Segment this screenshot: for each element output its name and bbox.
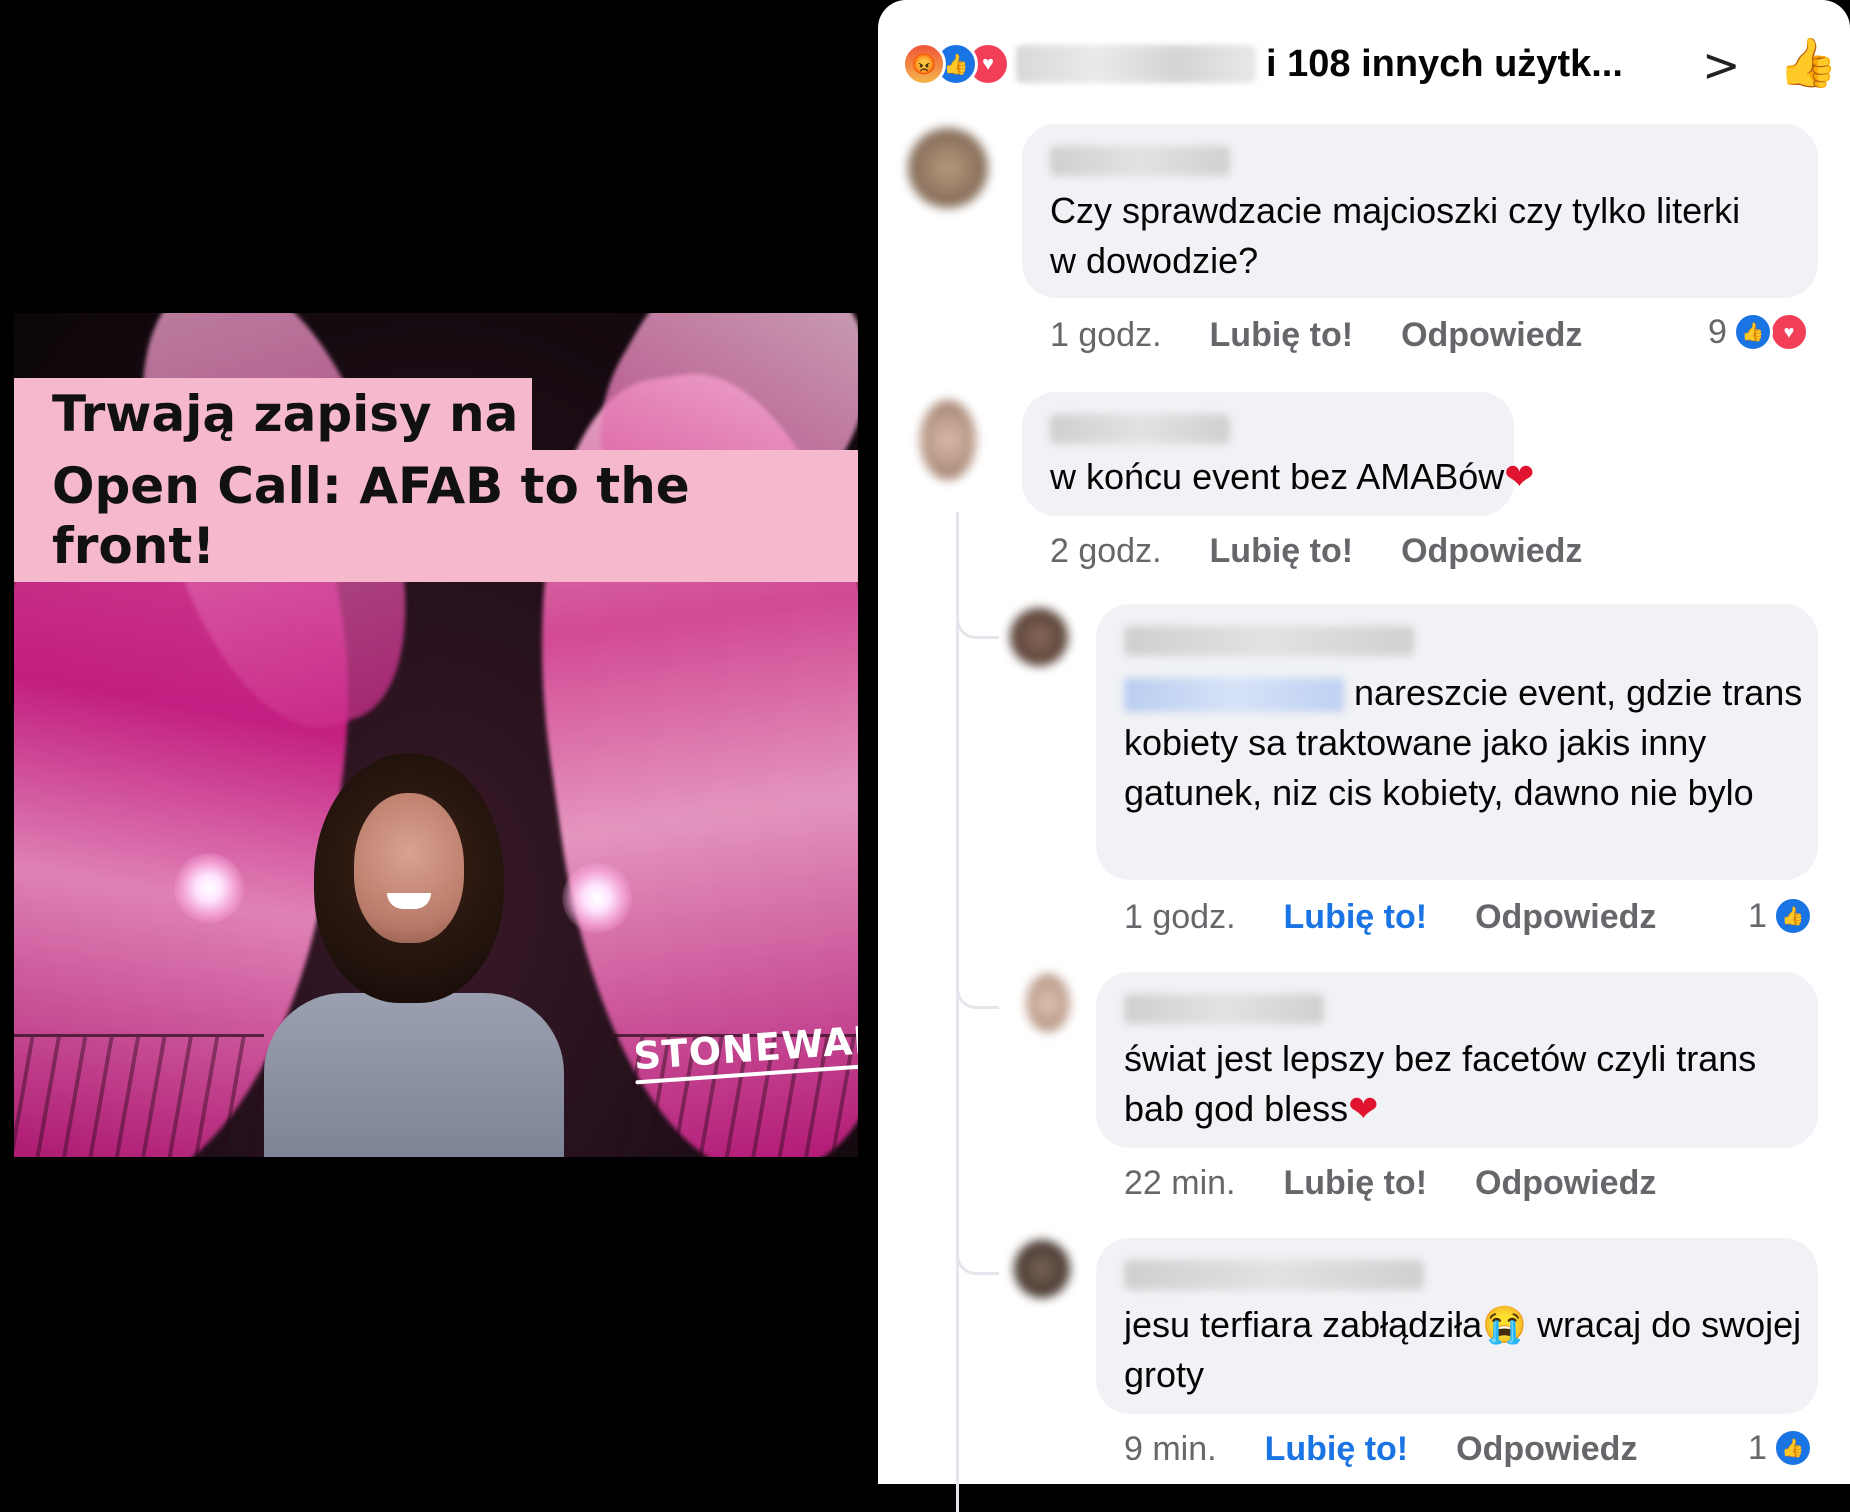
author-name-blurred[interactable] — [1124, 994, 1324, 1024]
performer-face — [354, 793, 464, 943]
performer-top — [264, 993, 564, 1157]
like-icon: 👍 — [1732, 312, 1773, 352]
reply-bubble: świat jest lepszy bez facetów czyli tran… — [1096, 972, 1818, 1148]
comment-time[interactable]: 1 godz. — [1050, 316, 1162, 354]
reply-text-before: jesu terfiara zabłądziła — [1124, 1304, 1483, 1345]
comment-text: w końcu event bez AMABów❤ — [1050, 452, 1534, 502]
performer-photo — [244, 753, 584, 1157]
like-button[interactable]: Lubię to! — [1265, 1430, 1409, 1468]
comment-time[interactable]: 2 godz. — [1050, 532, 1162, 570]
avatar[interactable] — [1014, 1240, 1070, 1298]
reply-text: jesu terfiara zabłądziła😭 wracaj do swoj… — [1124, 1300, 1804, 1400]
angry-icon: 😡 — [902, 42, 946, 86]
like-button[interactable]: Lubię to! — [1210, 532, 1354, 570]
reply-actions: 1 godz. Lubię to! Odpowiedz — [1124, 898, 1704, 937]
reply-actions: 9 min. Lubię to! Odpowiedz — [1124, 1430, 1685, 1469]
fan-decoration — [14, 1034, 264, 1157]
comment-actions: 2 godz. Lubię to! Odpowiedz — [1050, 532, 1630, 571]
comment-reaction-count[interactable]: 9 👍 ♥ — [1708, 312, 1809, 352]
like-button[interactable]: Lubię to! — [1284, 1164, 1428, 1202]
poster-title-line1: Trwają zapisy na — [14, 378, 533, 450]
author-name-blurred[interactable] — [1124, 1260, 1424, 1290]
like-outline-icon[interactable]: 👍 — [1778, 34, 1838, 91]
reply-time[interactable]: 22 min. — [1124, 1164, 1236, 1202]
reply-bubble: nareszcie event, gdzie trans kobiety sa … — [1096, 604, 1818, 880]
reply-button[interactable]: Odpowiedz — [1475, 898, 1656, 936]
author-name-blurred[interactable] — [1050, 414, 1230, 444]
reactions-summary[interactable]: 😡 👍 ♥ i 108 innych użytk... > 👍 — [902, 34, 1838, 94]
reaction-count: 1 — [1748, 1428, 1767, 1467]
heart-emoji: ❤ — [1504, 456, 1535, 497]
avatar[interactable] — [908, 128, 988, 208]
comment-bubble: Czy sprawdzacie majcioszki czy tylko lit… — [1022, 124, 1818, 298]
reply-time[interactable]: 1 godz. — [1124, 898, 1236, 936]
comments-panel: 😡 👍 ♥ i 108 innych użytk... > 👍 Czy spra… — [878, 0, 1850, 1512]
reply-button[interactable]: Odpowiedz — [1401, 532, 1582, 570]
chevron-right-icon[interactable]: > — [1702, 38, 1741, 92]
poster-title: Trwają zapisy na Open Call: AFAB to the … — [14, 378, 858, 582]
like-icon: 👍 — [1772, 1428, 1813, 1468]
reactor-name-blurred — [1016, 45, 1256, 83]
reply-actions: 22 min. Lubię to! Odpowiedz — [1124, 1164, 1704, 1203]
reply-text: świat jest lepszy bez facetów czyli tran… — [1124, 1034, 1804, 1134]
comment-text-content: w końcu event bez AMABów — [1050, 456, 1505, 497]
reply-text: nareszcie event, gdzie trans kobiety sa … — [1124, 668, 1804, 818]
post-image[interactable]: Trwają zapisy na Open Call: AFAB to the … — [14, 313, 858, 1157]
reply-time[interactable]: 9 min. — [1124, 1430, 1217, 1468]
comment-text: Czy sprawdzacie majcioszki czy tylko lit… — [1050, 190, 1741, 281]
mention-blurred[interactable] — [1124, 678, 1344, 713]
reply-button[interactable]: Odpowiedz — [1401, 316, 1582, 354]
poster-title-line2: Open Call: AFAB to the front! — [14, 450, 858, 582]
reply-bubble: jesu terfiara zabłądziła😭 wracaj do swoj… — [1096, 1238, 1818, 1414]
comment-actions: 1 godz. Lubię to! Odpowiedz — [1050, 316, 1630, 355]
comment-bubble: w końcu event bez AMABów❤ — [1022, 392, 1534, 516]
like-icon: 👍 — [1772, 896, 1813, 936]
avatar[interactable] — [1010, 608, 1068, 666]
like-button[interactable]: Lubię to! — [1210, 316, 1354, 354]
reaction-count: 1 — [1748, 896, 1767, 935]
thread-line — [956, 512, 959, 1512]
thread-branch — [956, 1216, 999, 1275]
love-icon: ♥ — [1768, 312, 1809, 352]
reply-text-content: świat jest lepszy bez facetów czyli tran… — [1124, 1038, 1757, 1129]
avatar[interactable] — [1026, 974, 1070, 1032]
author-name-blurred[interactable] — [1124, 626, 1414, 656]
crying-face-emoji: 😭 — [1482, 1304, 1528, 1345]
reply-reaction-count[interactable]: 1 👍 — [1748, 896, 1813, 936]
reactors-others: i 108 innych użytk... — [1266, 42, 1623, 85]
thread-branch — [956, 580, 999, 639]
stage-light — [174, 853, 244, 923]
like-button[interactable]: Lubię to! — [1284, 898, 1428, 936]
thread-branch — [956, 950, 999, 1009]
avatar[interactable] — [920, 400, 976, 480]
reaction-count: 9 — [1708, 312, 1727, 351]
heart-emoji: ❤ — [1348, 1088, 1379, 1129]
reply-button[interactable]: Odpowiedz — [1456, 1430, 1637, 1468]
reply-button[interactable]: Odpowiedz — [1475, 1164, 1656, 1202]
reply-reaction-count[interactable]: 1 👍 — [1748, 1428, 1813, 1468]
author-name-blurred[interactable] — [1050, 146, 1230, 176]
